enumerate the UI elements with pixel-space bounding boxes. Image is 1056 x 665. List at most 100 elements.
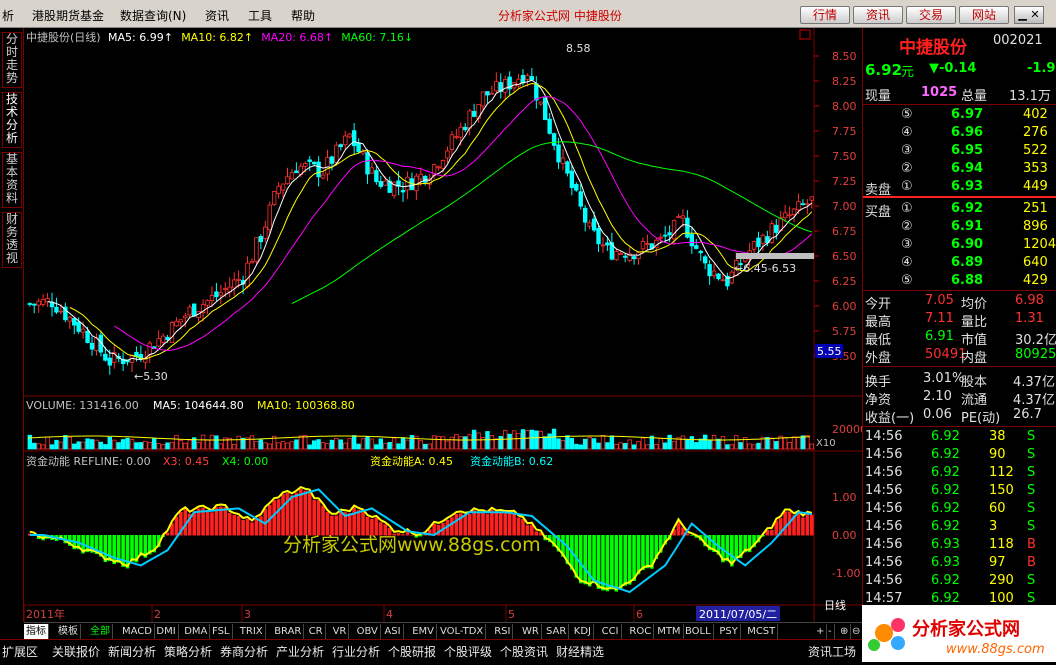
x-label: 5	[508, 608, 515, 621]
volume-bar	[587, 436, 592, 450]
volume-bar	[396, 443, 401, 450]
website-button[interactable]: 网站	[959, 6, 1009, 24]
extension-tab[interactable]: 财经精选	[556, 643, 604, 660]
indicator-tab[interactable]: DMA	[182, 624, 211, 639]
indicator-tab[interactable]: 模板	[56, 624, 81, 639]
menu-data-query[interactable]: 数据查询(N)	[120, 7, 186, 24]
tab-intraday[interactable]: 分时走势	[2, 32, 22, 88]
extension-tab[interactable]: 资讯工场	[808, 643, 856, 660]
tab-fundamental[interactable]: 基本资料	[2, 152, 22, 208]
quote-text: 6.92	[931, 591, 960, 606]
indicator-tab[interactable]: VR	[331, 624, 350, 639]
volume-bar	[129, 439, 135, 450]
fund-tick: 1.00	[832, 491, 857, 504]
candle	[680, 215, 686, 219]
indicator-tab[interactable]: ASI	[382, 624, 404, 639]
indicator-tab[interactable]: RSI	[492, 624, 514, 639]
extension-tab[interactable]: 行业分析	[332, 643, 380, 660]
candle	[449, 134, 455, 151]
volume-bar	[609, 435, 615, 450]
quote-button[interactable]: 行情	[800, 6, 850, 24]
indicator-tab[interactable]: 全部	[88, 624, 113, 639]
volume-bar	[618, 442, 623, 450]
candle	[147, 342, 152, 356]
quote-text: 6.90	[951, 237, 984, 252]
menu-news[interactable]: 资讯	[205, 7, 229, 24]
tick-row: 14:56 6.93 97 B	[863, 554, 1056, 572]
indicator-tab[interactable]: WR	[520, 624, 542, 639]
candle	[614, 251, 619, 261]
volume-bar	[316, 439, 321, 450]
indicator-tab[interactable]: CCI	[600, 624, 622, 639]
tab-technical[interactable]: 技术分析	[2, 92, 22, 148]
indicator-tab[interactable]: DMI	[154, 624, 179, 639]
extension-tab[interactable]: 个股评级	[444, 643, 492, 660]
volume-bar	[725, 444, 730, 450]
volume-bar	[516, 432, 521, 450]
volume-bar	[431, 435, 437, 450]
window-control-icon[interactable]: ▁ ✕	[1014, 6, 1044, 24]
candle	[582, 207, 588, 223]
extension-tab[interactable]: 个股资讯	[500, 643, 548, 660]
zoom-icon[interactable]: -	[826, 624, 835, 639]
quote-text: 100	[989, 591, 1014, 606]
volume-bar	[809, 443, 814, 450]
low-label: ←5.30	[134, 370, 168, 383]
indicator-tab[interactable]: KDJ	[572, 624, 595, 639]
menu-help[interactable]: 帮助	[291, 7, 315, 24]
candle	[258, 236, 264, 243]
candle	[356, 142, 361, 153]
indicator-tab[interactable]: TRIX	[238, 624, 266, 639]
candle	[400, 189, 406, 193]
indicator-tab[interactable]: BOLL	[683, 624, 714, 639]
indicator-tab[interactable]: EMV	[410, 624, 437, 639]
indicator-tab[interactable]: PSY	[717, 624, 741, 639]
indicator-tab[interactable]: OBV	[355, 624, 381, 639]
indicator-tab[interactable]: CR	[307, 624, 326, 639]
fund-bar	[254, 518, 259, 536]
volume-bar	[636, 441, 641, 450]
fund-bar	[690, 535, 694, 536]
indicator-tab[interactable]: VOL-TDX	[438, 624, 487, 639]
indicator-tab[interactable]: FSL	[210, 624, 233, 639]
quote-text: ②	[901, 219, 913, 234]
candle	[174, 320, 179, 327]
volume-bar	[107, 436, 112, 450]
indicator-tab[interactable]: MACD	[120, 624, 155, 639]
indicator-tab[interactable]: MCST	[745, 624, 779, 639]
period-label[interactable]: 日线	[824, 598, 846, 612]
menu-analysis[interactable]: 析	[2, 7, 14, 24]
candle	[471, 110, 477, 117]
candle	[445, 150, 450, 159]
extension-tab[interactable]: 券商分析	[220, 643, 268, 660]
volume-bar	[387, 442, 392, 450]
indicator-tab[interactable]: SAR	[544, 624, 570, 639]
extension-tab[interactable]: 策略分析	[164, 643, 212, 660]
volume-bar	[196, 441, 201, 450]
tick-row: 14:56 6.92 3 S	[863, 518, 1056, 536]
extension-tab[interactable]: 新闻分析	[108, 643, 156, 660]
indicator-tab[interactable]: ROC	[627, 624, 655, 639]
side-tabs: 分时走势 技术分析 基本资料 财务透视	[0, 28, 24, 622]
extension-tab[interactable]: 产业分析	[276, 643, 324, 660]
candle	[245, 262, 250, 288]
fund-tick: 0.00	[832, 529, 857, 542]
quote-text: 6.92	[951, 201, 984, 216]
extension-tab[interactable]: 扩展区	[2, 643, 38, 660]
news-button[interactable]: 资讯	[853, 6, 903, 24]
volume-bar	[800, 435, 806, 450]
trade-button[interactable]: 交易	[906, 6, 956, 24]
stat-row: 最高 7.11 量比 1.31	[863, 310, 1056, 330]
cursor-date: 2011/07/05/二	[699, 608, 777, 621]
quote-text: 276	[1023, 125, 1048, 140]
indicator-tab[interactable]: BRAR	[272, 624, 305, 639]
candle	[40, 298, 46, 305]
indicator-tab[interactable]: 指标	[24, 624, 49, 639]
indicator-tab[interactable]: MTM	[655, 624, 684, 639]
menu-tools[interactable]: 工具	[248, 7, 272, 24]
extension-tab[interactable]: 关联报价	[52, 643, 100, 660]
extension-tab[interactable]: 个股研报	[388, 643, 436, 660]
candle	[80, 328, 86, 333]
menu-hk-futures[interactable]: 港股期货基金	[32, 7, 104, 24]
tab-financial[interactable]: 财务透视	[2, 212, 22, 268]
